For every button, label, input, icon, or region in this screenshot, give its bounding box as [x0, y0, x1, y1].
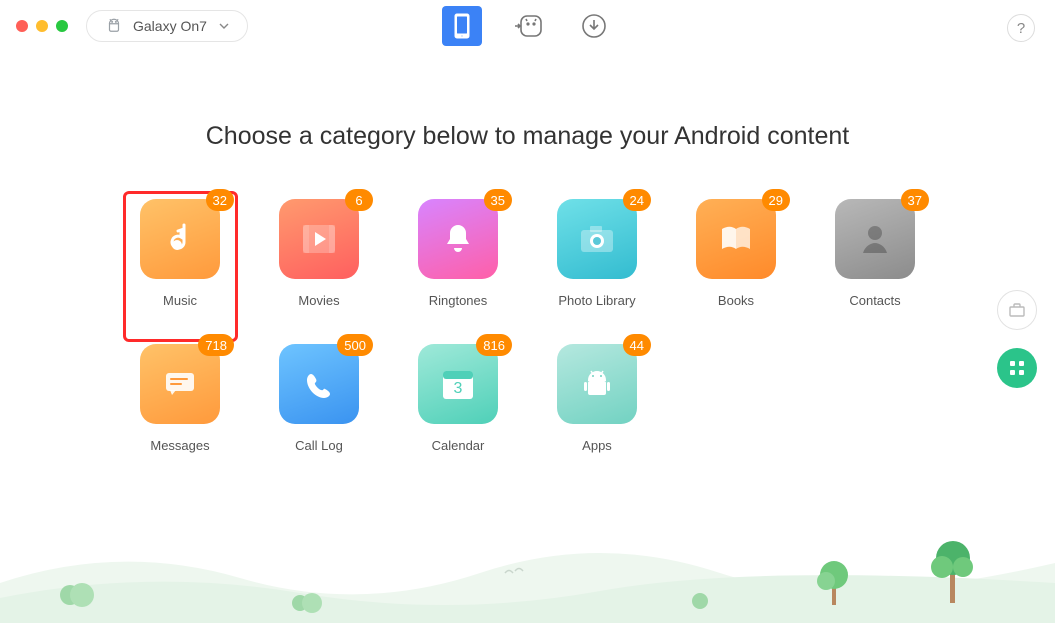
briefcase-icon — [1007, 300, 1027, 320]
close-window-button[interactable] — [16, 20, 28, 32]
device-selector[interactable]: Galaxy On7 — [86, 10, 248, 42]
category-photo-library[interactable]: 24 Photo Library — [550, 199, 645, 308]
category-label: Calendar — [432, 438, 485, 453]
help-button[interactable]: ? — [1007, 14, 1035, 42]
contacts-icon: 37 — [835, 199, 915, 279]
zoom-window-button[interactable] — [56, 20, 68, 32]
category-label: Photo Library — [558, 293, 635, 308]
category-ringtones[interactable]: 35 Ringtones — [411, 199, 506, 308]
count-badge: 500 — [337, 334, 373, 356]
count-badge: 32 — [206, 189, 234, 211]
traffic-lights — [16, 20, 68, 32]
device-name: Galaxy On7 — [133, 18, 207, 34]
category-label: Apps — [582, 438, 612, 453]
svg-text:3: 3 — [454, 380, 463, 397]
page-heading: Choose a category below to manage your A… — [0, 122, 1055, 151]
category-label: Contacts — [849, 293, 900, 308]
count-badge: 35 — [484, 189, 512, 211]
count-badge: 6 — [345, 189, 373, 211]
download-icon — [581, 13, 607, 39]
count-badge: 816 — [476, 334, 512, 356]
camera-icon: 24 — [557, 199, 637, 279]
ringtones-icon: 35 — [418, 199, 498, 279]
grid-icon — [1008, 359, 1026, 377]
count-badge: 37 — [901, 189, 929, 211]
movies-icon: 6 — [279, 199, 359, 279]
category-grid: 32 Music 6 Movies 35 Ringtones 24 — [133, 199, 923, 453]
category-label: Movies — [298, 293, 339, 308]
category-label: Books — [718, 293, 754, 308]
category-label: Music — [163, 293, 197, 308]
android-transfer-button[interactable] — [508, 6, 548, 46]
grid-view-button[interactable] — [997, 348, 1037, 388]
category-books[interactable]: 29 Books — [689, 199, 784, 308]
download-button[interactable] — [574, 6, 614, 46]
music-icon: 32 — [140, 199, 220, 279]
apps-icon: 44 — [557, 344, 637, 424]
decorative-landscape — [0, 513, 1055, 623]
category-label: Call Log — [295, 438, 343, 453]
count-badge: 29 — [762, 189, 790, 211]
category-movies[interactable]: 6 Movies — [272, 199, 367, 308]
toolbox-button[interactable] — [997, 290, 1037, 330]
category-contacts[interactable]: 37 Contacts — [828, 199, 923, 308]
phone-call-icon: 500 — [279, 344, 359, 424]
android-icon — [105, 17, 123, 35]
side-float-buttons — [997, 290, 1037, 388]
calendar-icon: 3 816 — [418, 344, 498, 424]
window-titlebar: Galaxy On7 ? — [0, 0, 1055, 52]
category-label: Ringtones — [429, 293, 488, 308]
category-call-log[interactable]: 500 Call Log — [272, 344, 367, 453]
category-apps[interactable]: 44 Apps — [550, 344, 645, 453]
count-badge: 718 — [198, 334, 234, 356]
count-badge: 24 — [623, 189, 651, 211]
category-music[interactable]: 32 Music — [133, 199, 228, 308]
category-calendar[interactable]: 3 816 Calendar — [411, 344, 506, 453]
category-messages[interactable]: 718 Messages — [133, 344, 228, 453]
messages-icon: 718 — [140, 344, 220, 424]
books-icon: 29 — [696, 199, 776, 279]
category-label: Messages — [150, 438, 209, 453]
minimize-window-button[interactable] — [36, 20, 48, 32]
main-content: Choose a category below to manage your A… — [0, 52, 1055, 453]
chevron-down-icon — [219, 21, 229, 31]
phone-icon — [451, 13, 473, 39]
device-tab-button[interactable] — [442, 6, 482, 46]
toolbar-center — [442, 6, 614, 46]
count-badge: 44 — [623, 334, 651, 356]
android-transfer-icon — [513, 13, 543, 39]
help-glyph: ? — [1017, 20, 1025, 37]
